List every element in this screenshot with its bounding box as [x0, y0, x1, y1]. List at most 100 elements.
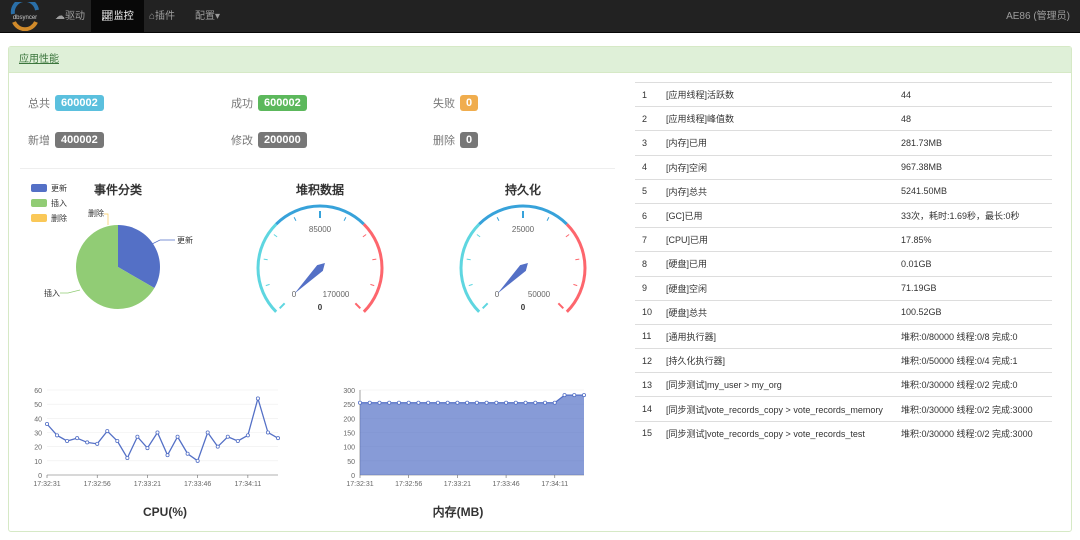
- row-value: 堆积:0/30000 线程:0/2 完成:3000: [894, 396, 1052, 422]
- x-tick-label: 17:34:11: [541, 481, 568, 488]
- x-tick-label: 17:32:56: [395, 481, 422, 488]
- y-tick-label: 20: [34, 445, 42, 452]
- data-point: [235, 438, 240, 443]
- row-value: 281.73MB: [894, 130, 1052, 156]
- row-key: [同步测试]vote_records_copy > vote_records_t…: [659, 420, 895, 446]
- data-point: [455, 400, 460, 405]
- gauge-tick: [546, 216, 550, 222]
- gauge-tick: [343, 216, 347, 222]
- y-tick-label: 100: [343, 445, 355, 452]
- table-row: 15 [同步测试]vote_records_copy > vote_records…: [635, 420, 1052, 446]
- data-point: [45, 421, 50, 426]
- chart-title: 内存(MB): [433, 504, 484, 519]
- row-key: [硬盘]已用: [659, 251, 895, 276]
- data-point: [387, 400, 392, 405]
- data-point: [426, 400, 431, 405]
- data-point: [245, 433, 250, 438]
- row-key: [持久化执行器]: [659, 348, 895, 373]
- row-value: 967.38MB: [894, 154, 1052, 180]
- data-point: [562, 393, 567, 398]
- series-line: [360, 394, 584, 404]
- row-key: [硬盘]空闲: [659, 275, 895, 301]
- x-tick-label: 17:32:31: [346, 481, 373, 488]
- label-line: [151, 239, 175, 245]
- data-point: [195, 458, 200, 463]
- row-key: [内存]已用: [659, 130, 895, 156]
- gauge-tick: [362, 234, 367, 238]
- gauge-arc: [459, 223, 481, 313]
- row-index: 14: [635, 396, 660, 422]
- pie-label: 更新: [177, 235, 193, 245]
- row-index: 6: [635, 202, 660, 228]
- y-tick-label: 250: [343, 402, 355, 409]
- gauge-value: 0: [521, 303, 526, 312]
- row-index: 12: [635, 348, 660, 373]
- gauge-title: 堆积数据: [296, 182, 344, 197]
- data-point: [435, 400, 440, 405]
- gauge-tick: [481, 302, 489, 310]
- data-point: [494, 400, 499, 405]
- gauge-pointer: [294, 263, 325, 294]
- row-key: [CPU]已用: [659, 227, 895, 252]
- charts-area: 事件分类更新插入删除更新插入删除堆积数据850000 1700000持久化2500…: [31, 182, 587, 519]
- data-point: [572, 393, 577, 398]
- row-key: [内存]总共: [659, 178, 895, 204]
- x-tick-label: 17:33:46: [492, 481, 519, 488]
- y-tick-label: 0: [351, 473, 355, 480]
- data-point: [95, 441, 100, 446]
- gauge-title: 持久化: [505, 182, 541, 197]
- data-point: [115, 438, 120, 443]
- row-value: 17.85%: [894, 227, 1052, 252]
- x-tick-label: 17:34:11: [235, 481, 262, 488]
- data-point: [396, 400, 401, 405]
- series-line: [46, 396, 279, 462]
- user-menu[interactable]: AE86 (管理员): [1006, 0, 1070, 33]
- pie-title: 事件分类: [94, 182, 143, 197]
- table-row: 12 [持久化执行器] 堆积:0/50000 线程:0/4 完成:1: [635, 348, 1052, 373]
- y-tick-label: 10: [34, 459, 42, 466]
- gauge-tick: [496, 216, 500, 222]
- table-row: 7 [CPU]已用 17.85%: [635, 227, 1052, 252]
- table-row: 6 [GC]已用 33次，耗时:1.69秒，最长:0秒: [635, 202, 1052, 228]
- data-point: [582, 393, 587, 398]
- row-value: 堆积:0/30000 线程:0/2 完成:0: [894, 372, 1052, 397]
- area-fill: [360, 395, 584, 475]
- row-index: 7: [635, 227, 660, 252]
- data-point: [377, 400, 382, 405]
- gauge-arc: [565, 223, 587, 313]
- gauge-tick: [468, 283, 473, 287]
- row-value: 堆积:0/80000 线程:0/8 完成:0: [894, 323, 1052, 349]
- data-point: [185, 451, 190, 456]
- gauge-tick: [466, 258, 471, 261]
- row-index: 8: [635, 251, 660, 276]
- legend-swatch: [31, 184, 47, 192]
- row-value: 堆积:0/30000 线程:0/2 完成:3000: [894, 420, 1052, 446]
- table-row: 13 [同步测试]my_user > my_org 堆积:0/30000 线程:0/…: [635, 372, 1052, 397]
- row-index: 1: [635, 81, 660, 107]
- row-value: 0.01GB: [894, 251, 1052, 276]
- x-tick-label: 17:33:21: [444, 481, 471, 488]
- row-index: 13: [635, 372, 660, 397]
- y-tick-label: 30: [34, 431, 42, 438]
- gauge-max-label: 50000: [528, 290, 551, 299]
- row-key: [应用线程]活跃数: [659, 81, 895, 107]
- table-row: 5 [内存]总共 5241.50MB: [635, 178, 1052, 204]
- y-tick-label: 150: [343, 431, 355, 438]
- table-row: 11 [通用执行器] 堆积:0/80000 线程:0/8 完成:0: [635, 323, 1052, 349]
- gauge-tick: [565, 234, 570, 238]
- table-row: 3 [内存]已用 281.73MB: [635, 130, 1052, 156]
- row-index: 9: [635, 275, 660, 301]
- gauge-tick: [476, 234, 481, 238]
- gauge-mid-label: 25000: [512, 225, 535, 234]
- row-index: 11: [635, 323, 660, 349]
- table-row: 2 [应用线程]峰值数 48: [635, 106, 1052, 131]
- gauge-max-label: 170000: [323, 290, 350, 299]
- row-index: 4: [635, 154, 660, 180]
- gauge-arc: [256, 223, 278, 313]
- row-key: [GC]已用: [659, 202, 895, 228]
- data-point: [416, 400, 421, 405]
- y-tick-label: 40: [34, 416, 42, 423]
- y-tick-label: 200: [343, 416, 355, 423]
- row-value: 71.19GB: [894, 275, 1052, 301]
- gauge-arc: [362, 223, 384, 313]
